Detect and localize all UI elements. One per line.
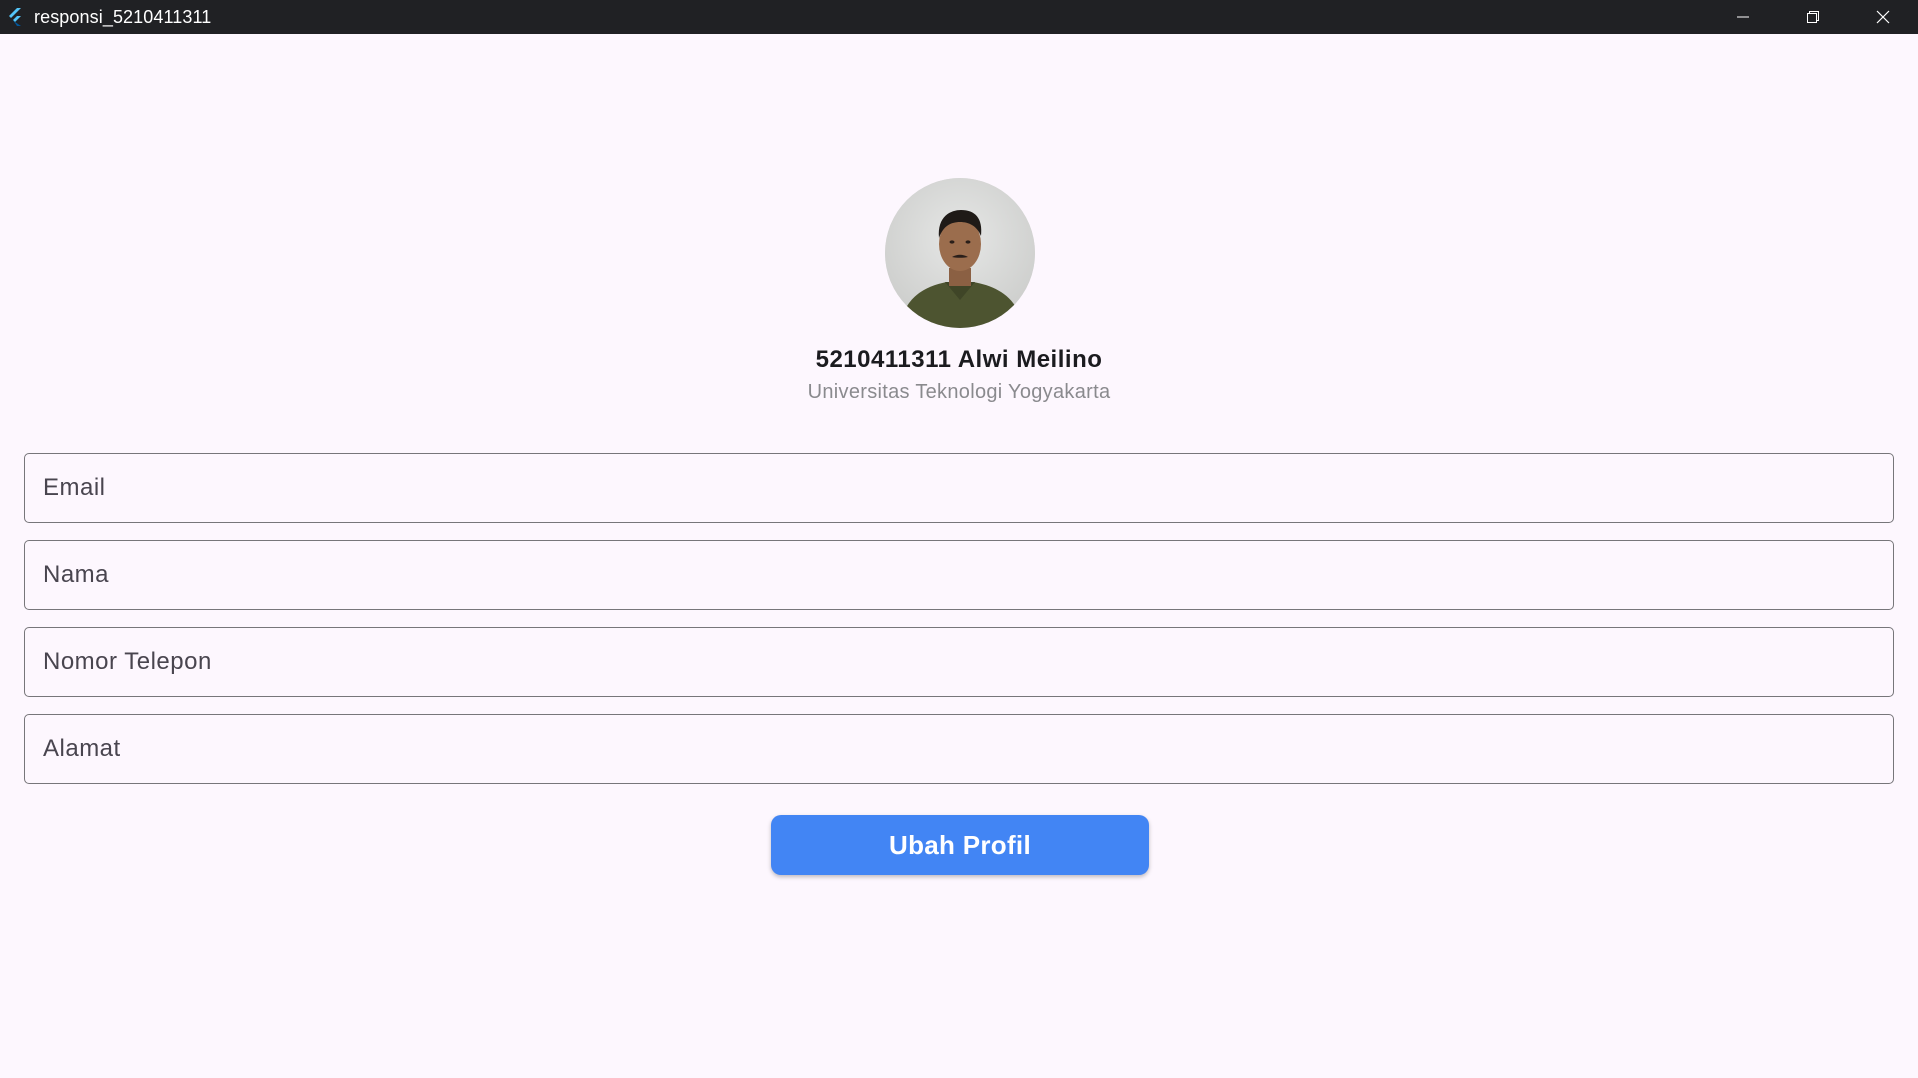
profile-name: 5210411311 Alwi Meilino xyxy=(815,346,1103,373)
avatar xyxy=(885,178,1035,328)
nama-input[interactable] xyxy=(25,541,1893,609)
window-controls xyxy=(1708,0,1918,34)
flutter-logo-icon xyxy=(0,7,34,27)
telepon-field[interactable] xyxy=(24,627,1894,697)
close-icon xyxy=(1876,10,1890,24)
close-button[interactable] xyxy=(1848,0,1918,34)
profile-page: 5210411311 Alwi Meilino Universitas Tekn… xyxy=(0,34,1918,1078)
ubah-profil-button[interactable]: Ubah Profil xyxy=(771,815,1149,875)
restore-button[interactable] xyxy=(1778,0,1848,34)
nama-field[interactable] xyxy=(24,540,1894,610)
alamat-field[interactable] xyxy=(24,714,1894,784)
telepon-input[interactable] xyxy=(25,628,1893,696)
profile-institution: Universitas Teknologi Yogyakarta xyxy=(807,381,1111,403)
email-input[interactable] xyxy=(25,454,1893,522)
restore-icon xyxy=(1807,11,1819,23)
alamat-input[interactable] xyxy=(25,715,1893,783)
minimize-icon xyxy=(1737,16,1749,18)
window-titlebar[interactable]: responsi_5210411311 xyxy=(0,0,1918,34)
minimize-button[interactable] xyxy=(1708,0,1778,34)
email-field[interactable] xyxy=(24,453,1894,523)
window-title: responsi_5210411311 xyxy=(34,6,212,27)
avatar-photo xyxy=(885,178,1035,328)
